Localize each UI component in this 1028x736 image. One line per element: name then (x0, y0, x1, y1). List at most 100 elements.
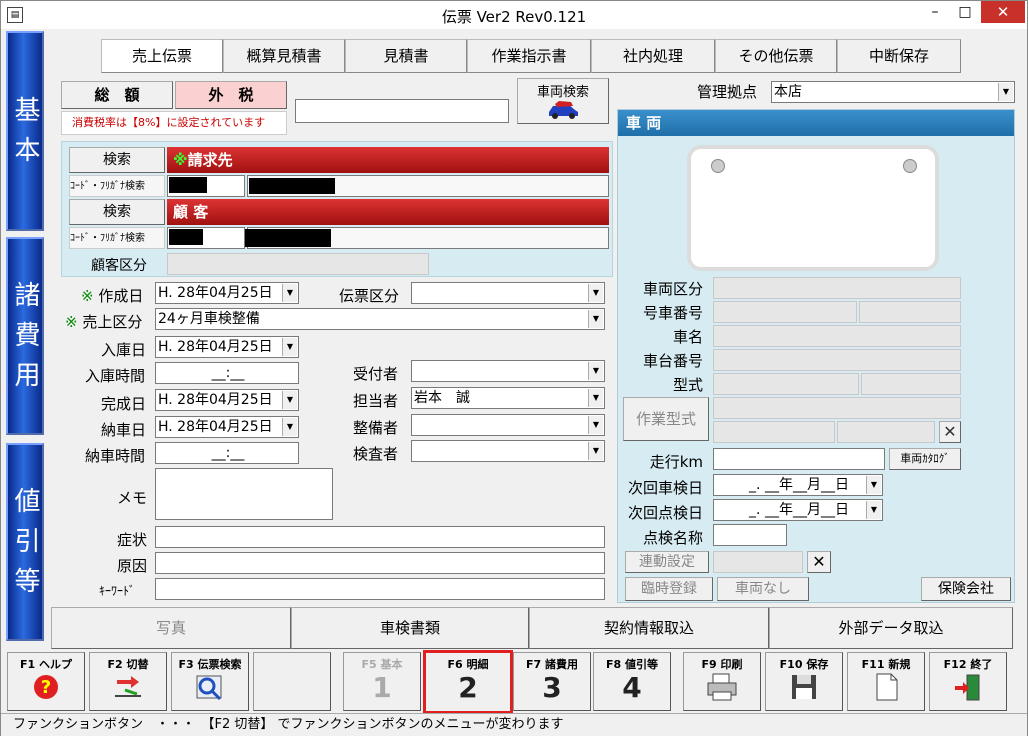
done-date-field[interactable]: H. 28年04月25日 ▼ (155, 389, 299, 411)
chassis-number-label: 車台番号 (642, 352, 703, 370)
vehicle-catalog-button[interactable]: 車両ｶﾀﾛｸﾞ (889, 448, 961, 470)
tab-suspend-save[interactable]: 中断保存 (837, 39, 961, 73)
f5-basic-button[interactable]: F5 基本 1 (343, 652, 421, 711)
slip-class-select[interactable]: ▼ (411, 282, 605, 304)
link-settings-button[interactable]: 連動設定 (625, 551, 709, 573)
inspector-select[interactable]: ▼ (411, 440, 605, 462)
chevron-down-icon[interactable]: ▼ (282, 284, 297, 302)
vehicle-number-field (713, 301, 857, 323)
chevron-down-icon[interactable]: ▼ (282, 391, 297, 409)
delivery-date-label: 納車日 (101, 421, 147, 439)
svg-text:?: ? (41, 677, 51, 698)
symptom-field[interactable] (155, 526, 605, 548)
chevron-down-icon[interactable]: ▼ (588, 442, 603, 460)
branch-label: 管理拠点 (697, 83, 758, 101)
minimize-button[interactable]: – (921, 1, 949, 23)
receiver-label: 受付者 (353, 365, 399, 383)
mileage-field[interactable] (713, 448, 885, 470)
tab-internal[interactable]: 社内処理 (591, 39, 715, 73)
check-name-field[interactable] (713, 524, 787, 546)
work-model-field-2 (713, 421, 835, 443)
tab-other-slip[interactable]: その他伝票 (715, 39, 837, 73)
status-bar: ファンクションボタン ・・・ 【F2 切替】 でファンクションボタンのメニューが… (1, 713, 1027, 736)
customer-search-button[interactable]: 検索 (69, 199, 165, 225)
entry-time-field[interactable]: __:__ (155, 362, 299, 384)
maximize-button[interactable]: □ (951, 1, 979, 23)
chevron-down-icon[interactable]: ▼ (282, 418, 297, 436)
insurance-company-button[interactable]: 保険会社 (921, 577, 1011, 601)
chevron-down-icon[interactable]: ▼ (866, 476, 881, 494)
staff-select[interactable]: 岩本 誠 ▼ (411, 387, 605, 409)
f3-label: F3 伝票検索 (178, 658, 242, 671)
chevron-down-icon[interactable]: ▼ (866, 501, 881, 519)
required-mark: ※ (65, 313, 78, 331)
cause-field[interactable] (155, 552, 605, 574)
f8-label: F8 値引等 (606, 658, 658, 671)
billing-search-button[interactable]: 検索 (69, 147, 165, 173)
chevron-down-icon[interactable]: ▼ (588, 284, 603, 302)
tax-mode-button[interactable]: 外 税 (175, 81, 287, 109)
f8-discount-button[interactable]: F8 値引等 4 (593, 652, 671, 711)
chevron-down-icon[interactable]: ▼ (588, 416, 603, 434)
chevron-down-icon[interactable]: ▼ (588, 310, 603, 328)
photo-button[interactable]: 写真 (51, 607, 291, 649)
no-vehicle-button[interactable]: 車両なし (717, 577, 809, 601)
clear-icon[interactable]: ✕ (807, 551, 831, 573)
required-mark: ※ (173, 151, 188, 169)
tab-rough-estimate[interactable]: 概算見積書 (223, 39, 345, 73)
f5-number: 1 (372, 671, 392, 704)
tab-sales-slip[interactable]: 売上伝票 (101, 39, 223, 73)
tab-estimate[interactable]: 見積書 (345, 39, 467, 73)
delivery-time-field[interactable]: __:__ (155, 442, 299, 464)
done-date-value: H. 28年04月25日 (158, 392, 273, 408)
keyword-field[interactable] (155, 578, 605, 600)
total-amount-field[interactable] (295, 99, 509, 123)
tab-work-order[interactable]: 作業指示書 (467, 39, 591, 73)
f1-label: F1 ヘルプ (20, 658, 72, 671)
close-button[interactable]: ✕ (981, 1, 1025, 23)
receiver-select[interactable]: ▼ (411, 360, 605, 382)
memo-textarea[interactable] (155, 468, 333, 520)
title-bar: ▤ 伝票 Ver2 Rev0.121 – □ ✕ (1, 1, 1027, 29)
f10-save-button[interactable]: F10 保存 (765, 652, 843, 711)
mechanic-select[interactable]: ▼ (411, 414, 605, 436)
chevron-down-icon[interactable]: ▼ (282, 338, 297, 356)
clear-icon[interactable]: ✕ (939, 421, 961, 443)
chevron-down-icon[interactable]: ▼ (998, 83, 1013, 101)
f2-label: F2 切替 (107, 658, 149, 671)
external-data-import-button[interactable]: 外部データ取込 (769, 607, 1013, 649)
f11-new-button[interactable]: F11 新規 (847, 652, 925, 711)
work-model-button[interactable]: 作業型式 (623, 397, 709, 441)
chevron-down-icon[interactable]: ▼ (588, 362, 603, 380)
redacted-block (249, 178, 335, 194)
side-tab-basic[interactable]: 基本 (6, 31, 44, 231)
inspection-docs-button[interactable]: 車検書類 (291, 607, 529, 649)
contract-import-button[interactable]: 契約情報取込 (529, 607, 769, 649)
f9-print-button[interactable]: F9 印刷 (683, 652, 761, 711)
keyword-label: ｷｰﾜｰﾄﾞ (99, 584, 136, 598)
sales-class-select[interactable]: 24ヶ月車検整備 ▼ (155, 308, 605, 330)
f7-expenses-button[interactable]: F7 諸費用 3 (513, 652, 591, 711)
chevron-down-icon[interactable]: ▼ (588, 389, 603, 407)
entry-time-label: 入庫時間 (85, 367, 146, 385)
temp-register-button[interactable]: 臨時登録 (625, 577, 713, 601)
entry-date-field[interactable]: H. 28年04月25日 ▼ (155, 336, 299, 358)
f3-slip-search-button[interactable]: F3 伝票検索 (171, 652, 249, 711)
mileage-label: 走行km (649, 453, 703, 471)
f1-help-button[interactable]: F1 ヘルプ ? (7, 652, 85, 711)
f12-exit-button[interactable]: F12 終了 (929, 652, 1007, 711)
slip-class-label: 伝票区分 (339, 287, 400, 305)
side-tab-expenses[interactable]: 諸費用 (6, 237, 44, 435)
next-check-label: 次回点検日 (627, 504, 703, 522)
f6-detail-button[interactable]: F6 明細 2 (423, 650, 513, 714)
branch-select[interactable]: 本店 ▼ (771, 81, 1015, 103)
delivery-date-field[interactable]: H. 28年04月25日 ▼ (155, 416, 299, 438)
f9-label: F9 印刷 (701, 658, 743, 671)
next-inspection-field[interactable]: _. __年__月__日 ▼ (713, 474, 883, 496)
side-tab-discount[interactable]: 値引等 (6, 443, 44, 641)
model-label: 型式 (672, 376, 703, 394)
next-check-field[interactable]: _. __年__月__日 ▼ (713, 499, 883, 521)
f2-switch-button[interactable]: F2 切替 (89, 652, 167, 711)
created-date-field[interactable]: H. 28年04月25日 ▼ (155, 282, 299, 304)
vehicle-search-button[interactable]: 車両検索 (517, 78, 609, 124)
